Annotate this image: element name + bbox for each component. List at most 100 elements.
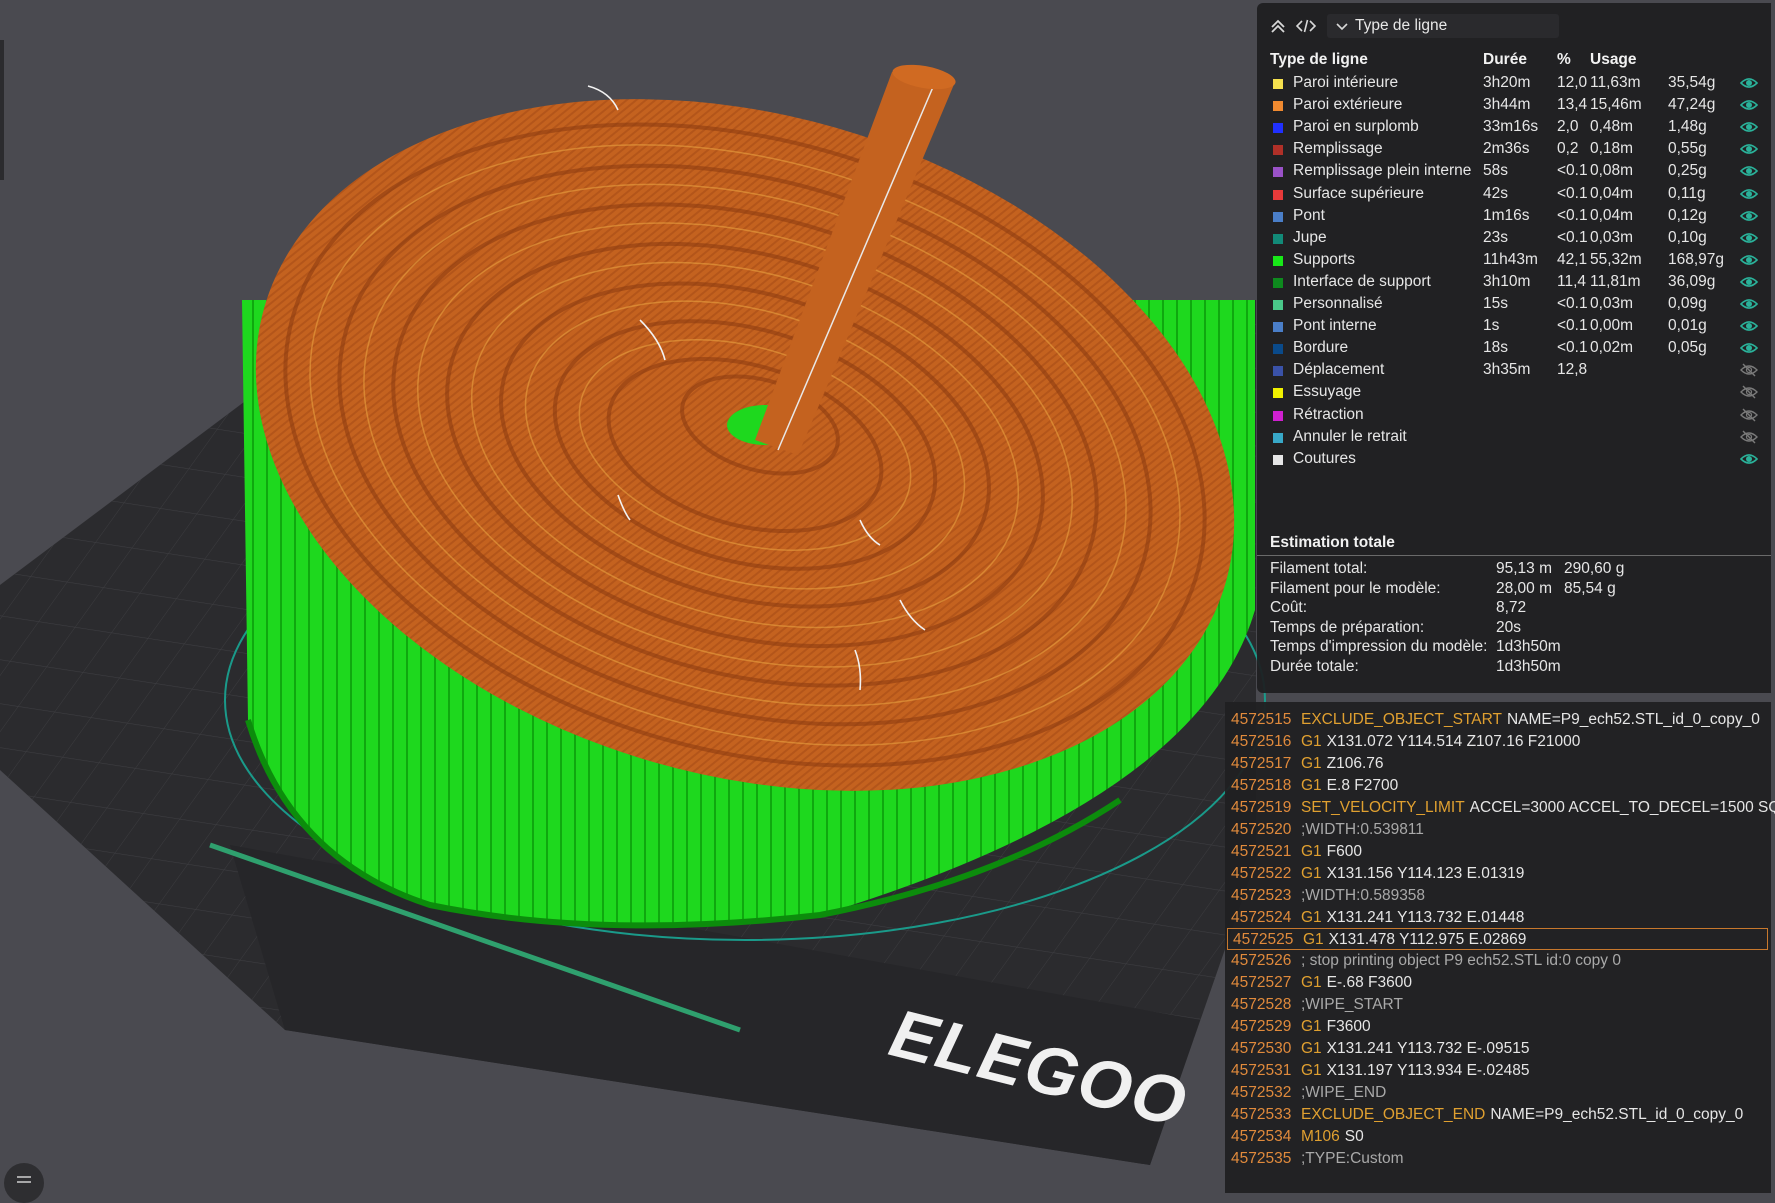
gcode-line[interactable]: 4572524 G1 X131.241 Y113.732 E.01448	[1225, 906, 1771, 928]
eye-icon[interactable]	[1740, 119, 1758, 135]
legend-row[interactable]: Paroi en surplomb 33m16s 2,0 0,48m 1,48g	[1257, 116, 1771, 138]
gcode-line-number: 4572520	[1231, 820, 1292, 838]
gcode-line-number: 4572524	[1231, 908, 1292, 926]
eye-icon[interactable]	[1740, 208, 1758, 224]
weight-value: 1,48g	[1668, 118, 1707, 136]
eye-icon[interactable]	[1740, 318, 1758, 334]
line-type-name: Essuyage	[1293, 383, 1362, 401]
length-value: 0,04m	[1590, 184, 1634, 202]
estimate-label: Temps d'impression du modèle:	[1270, 638, 1488, 655]
left-sidebar-edge[interactable]	[0, 40, 4, 180]
weight-value: 35,54g	[1668, 74, 1716, 91]
color-swatch	[1273, 388, 1283, 399]
gcode-line[interactable]: 4572519 SET_VELOCITY_LIMIT ACCEL=3000 ACCE…	[1225, 796, 1775, 818]
line-type-name: Paroi en surplomb	[1293, 118, 1419, 136]
line-type-name: Coutures	[1293, 449, 1356, 467]
eye-icon[interactable]	[1740, 186, 1758, 202]
legend-row[interactable]: Paroi intérieure 3h20m 12,0 11,63m 35,54g	[1257, 72, 1771, 94]
estimate-divider	[1257, 555, 1771, 556]
legend-row[interactable]: Interface de support 3h10m 11,4 11,81m 36,09…	[1257, 271, 1771, 293]
gcode-line[interactable]: 4572525 G1 X131.478 Y112.975 E.02869	[1227, 927, 1768, 950]
length-value: 0,02m	[1590, 339, 1634, 357]
length-value: 0,04m	[1590, 206, 1634, 224]
line-type-legend-panel: Type de ligne Type de ligne Durée % Usag…	[1257, 3, 1771, 693]
gcode-line[interactable]: 4572531 G1 X131.197 Y113.934 E-.02485	[1225, 1059, 1771, 1081]
legend-row[interactable]: Essuyage	[1257, 381, 1771, 403]
gcode-arguments: X131.241 Y113.732 E.01448	[1326, 908, 1525, 926]
eye-icon[interactable]	[1740, 230, 1758, 246]
legend-row[interactable]: Paroi extérieure 3h44m 13,4 15,46m 47,24g	[1257, 94, 1771, 116]
eye-icon[interactable]	[1740, 451, 1758, 467]
main-menu-button[interactable]	[4, 1163, 44, 1203]
weight-value: 0,01g	[1668, 317, 1707, 335]
gcode-line[interactable]: 4572528 ;WIPE_START	[1225, 993, 1771, 1015]
gcode-line[interactable]: 4572520 ;WIDTH:0.539811	[1225, 818, 1771, 840]
gcode-line-number: 4572525	[1233, 930, 1294, 948]
eye-icon[interactable]	[1740, 141, 1758, 157]
legend-row[interactable]: Supports 11h43m 42,1 55,32m 168,97g	[1257, 249, 1771, 271]
code-icon[interactable]	[1295, 15, 1317, 37]
line-type-name: Remplissage	[1293, 140, 1383, 158]
gcode-line[interactable]: 4572516 G1 X131.072 Y114.514 Z107.16 F2100…	[1225, 730, 1771, 752]
length-value: 15,46m	[1590, 96, 1642, 114]
gcode-line[interactable]: 4572517 G1 Z106.76	[1225, 752, 1771, 774]
gcode-arguments: E.8 F2700	[1326, 776, 1399, 794]
estimate-secondary-value: 85,54 g	[1564, 579, 1616, 597]
gcode-comment: ;TYPE:Custom	[1301, 1150, 1404, 1167]
gcode-command: G1	[1301, 776, 1322, 794]
gcode-command: G1	[1301, 732, 1322, 750]
line-type-name: Rétraction	[1293, 405, 1364, 423]
gcode-line[interactable]: 4572515 EXCLUDE_OBJECT_START NAME=P9_ech52…	[1225, 708, 1771, 730]
legend-row[interactable]: Surface supérieure 42s <0.1 0,04m 0,11g	[1257, 183, 1771, 205]
percent-value: 11,4	[1557, 272, 1587, 290]
gcode-viewer-panel[interactable]: 4572515 EXCLUDE_OBJECT_START NAME=P9_ech52…	[1225, 702, 1775, 1193]
legend-row[interactable]: Pont interne 1s <0.1 0,00m 0,01g	[1257, 315, 1771, 337]
gcode-line[interactable]: 4572530 G1 X131.241 Y113.732 E-.09515	[1225, 1037, 1771, 1059]
gcode-line[interactable]: 4572535 ;TYPE:Custom	[1225, 1147, 1771, 1169]
length-value: 0,03m	[1590, 228, 1634, 246]
eye-icon[interactable]	[1740, 340, 1758, 356]
gcode-line[interactable]: 4572526 ; stop printing object P9 ech52.S…	[1225, 949, 1771, 971]
estimate-label: Filament pour le modèle:	[1270, 579, 1441, 597]
gcode-line[interactable]: 4572533 EXCLUDE_OBJECT_END NAME=P9_ech52.S…	[1225, 1103, 1771, 1125]
legend-row[interactable]: Coutures	[1257, 448, 1771, 470]
gcode-line[interactable]: 4572518 G1 E.8 F2700	[1225, 774, 1771, 796]
eye-off-icon[interactable]	[1740, 429, 1758, 445]
eye-icon[interactable]	[1740, 252, 1758, 268]
legend-row[interactable]: Pont 1m16s <0.1 0,04m 0,12g	[1257, 205, 1771, 227]
eye-off-icon[interactable]	[1740, 362, 1758, 378]
legend-toolbar: Type de ligne	[1267, 13, 1559, 39]
legend-row[interactable]: Bordure 18s <0.1 0,02m 0,05g	[1257, 337, 1771, 359]
legend-row[interactable]: Remplissage 2m36s 0,2 0,18m 0,55g	[1257, 138, 1771, 160]
color-swatch	[1273, 255, 1283, 266]
line-type-name: Jupe	[1293, 228, 1327, 246]
gcode-comment: ;WIDTH:0.589358	[1301, 886, 1426, 904]
gcode-line[interactable]: 4572529 G1 F3600	[1225, 1015, 1771, 1037]
legend-row[interactable]: Rétraction	[1257, 404, 1771, 426]
double-chevron-up-icon[interactable]	[1267, 15, 1289, 37]
view-type-dropdown[interactable]: Type de ligne	[1327, 14, 1559, 38]
legend-row[interactable]: Annuler le retrait	[1257, 426, 1771, 448]
gcode-line[interactable]: 4572523 ;WIDTH:0.589358	[1225, 884, 1771, 906]
estimate-label: Coût:	[1270, 599, 1308, 616]
eye-icon[interactable]	[1740, 296, 1758, 312]
gcode-line[interactable]: 4572534 M106 S0	[1225, 1125, 1771, 1147]
eye-icon[interactable]	[1740, 97, 1758, 113]
eye-off-icon[interactable]	[1740, 384, 1758, 400]
eye-icon[interactable]	[1740, 163, 1758, 179]
gcode-line[interactable]: 4572532 ;WIPE_END	[1225, 1081, 1771, 1103]
legend-row[interactable]: Jupe 23s <0.1 0,03m 0,10g	[1257, 227, 1771, 249]
eye-off-icon[interactable]	[1740, 407, 1758, 423]
gcode-line[interactable]: 4572522 G1 X131.156 Y114.123 E.01319	[1225, 862, 1771, 884]
legend-row[interactable]: Déplacement 3h35m 12,8	[1257, 359, 1771, 381]
gcode-line-number: 4572526	[1231, 952, 1292, 970]
header-duration: Durée	[1483, 51, 1527, 68]
gcode-line[interactable]: 4572527 G1 E-.68 F3600	[1225, 971, 1771, 993]
eye-icon[interactable]	[1740, 274, 1758, 290]
legend-row[interactable]: Remplissage plein interne 58s <0.1 0,08m 0,2…	[1257, 160, 1771, 182]
gcode-line[interactable]: 4572521 G1 F600	[1225, 840, 1771, 862]
percent-value: <0.1	[1557, 206, 1588, 224]
eye-icon[interactable]	[1740, 75, 1758, 91]
gcode-arguments: F600	[1326, 842, 1363, 860]
legend-row[interactable]: Personnalisé 15s <0.1 0,03m 0,09g	[1257, 293, 1771, 315]
